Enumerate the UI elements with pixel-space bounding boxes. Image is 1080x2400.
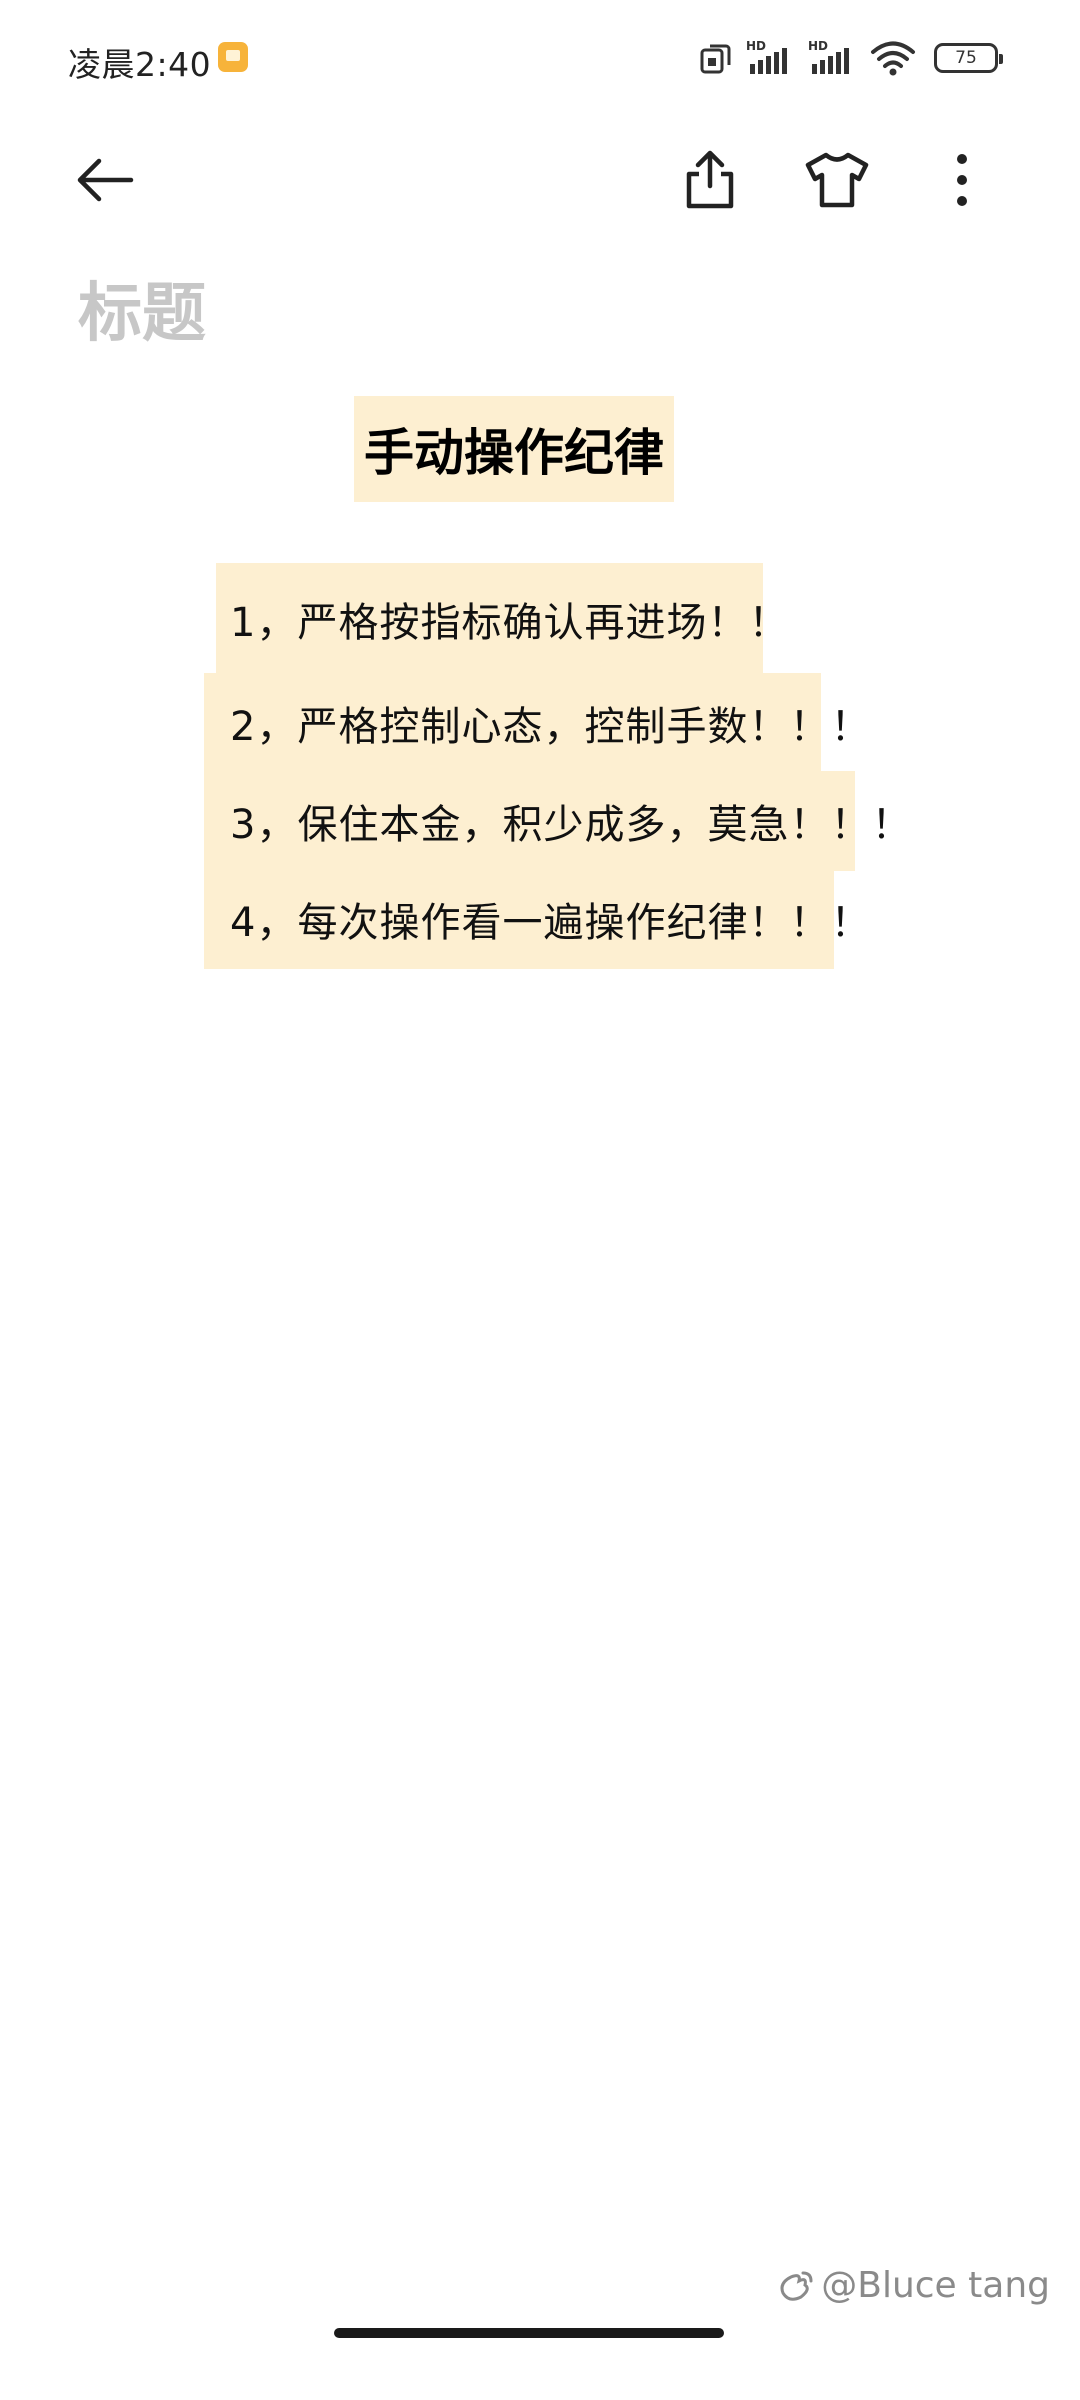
- theme-button[interactable]: [787, 130, 887, 230]
- notes-notification-icon: [218, 42, 248, 72]
- more-vertical-icon: [957, 154, 967, 206]
- status-time: 凌晨2:40: [68, 45, 212, 84]
- share-button[interactable]: [660, 130, 760, 230]
- signal-icon-2: HD: [808, 39, 849, 74]
- weibo-logo-icon: [780, 2271, 813, 2301]
- home-indicator[interactable]: [334, 2328, 724, 2338]
- note-line[interactable]: 1，严格按指标确认再进场！！: [216, 563, 788, 675]
- back-arrow-icon: [77, 158, 134, 202]
- status-bar: 凌晨2:40 HD HD 75: [0, 0, 1080, 120]
- tshirt-icon: [805, 152, 869, 208]
- top-toolbar: [0, 130, 1080, 240]
- watermark-text: @Bluce tang: [821, 2265, 1050, 2306]
- network-type-1: HD: [746, 39, 766, 53]
- battery-level: 75: [955, 48, 977, 68]
- back-button[interactable]: [55, 130, 155, 230]
- note-line[interactable]: 4，每次操作看一遍操作纪律！！！: [204, 869, 870, 969]
- note-title-input[interactable]: 标题: [78, 262, 206, 354]
- battery-indicator: 75: [934, 43, 1003, 73]
- note-heading[interactable]: 手动操作纪律: [354, 396, 674, 502]
- status-icons: HD HD 75: [698, 36, 1003, 80]
- share-icon: [686, 150, 734, 209]
- note-line[interactable]: 3，保住本金，积少成多，莫急！！！: [204, 771, 911, 871]
- more-options-button[interactable]: [912, 130, 1012, 230]
- watermark: @Bluce tang: [777, 2265, 1050, 2306]
- note-line[interactable]: 2，严格控制心态，控制手数！！！: [204, 673, 870, 773]
- network-type-2: HD: [808, 39, 828, 53]
- signal-icon-1: HD: [746, 39, 787, 74]
- wifi-icon: [871, 41, 915, 76]
- screen-cast-icon: [700, 44, 731, 74]
